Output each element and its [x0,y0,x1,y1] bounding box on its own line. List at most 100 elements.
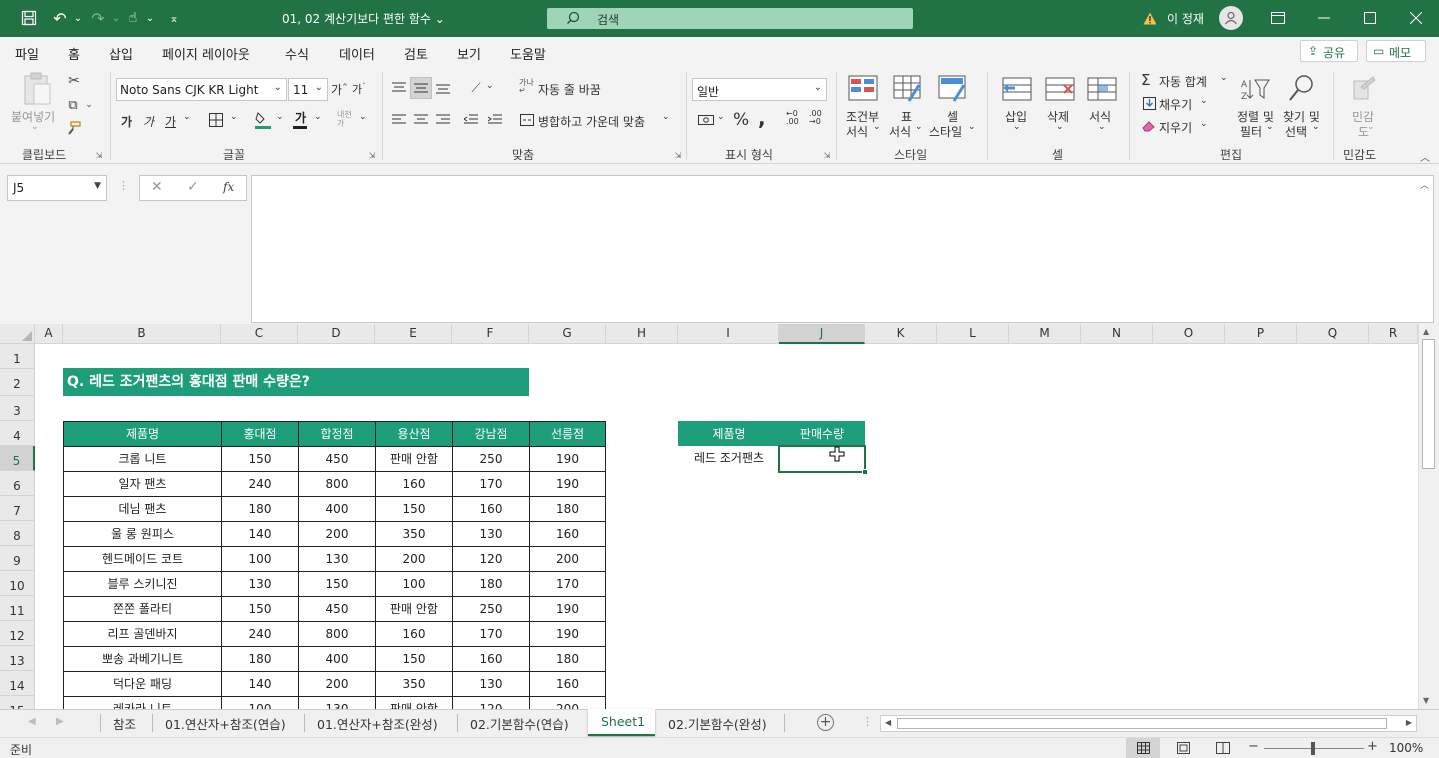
lookup-header-cell[interactable]: 제품명 [678,421,780,447]
table-cell[interactable]: 120 [452,546,530,572]
phonetic-dropdown-icon[interactable]: ⌄ [359,112,367,122]
menu-help[interactable]: 도움말 [510,44,546,63]
next-sheet-icon[interactable]: ▶ [56,716,64,727]
table-cell[interactable]: 판매 안함 [375,696,453,709]
find-select-icon[interactable] [1286,72,1318,104]
table-cell[interactable]: 200 [529,696,606,709]
table-cell[interactable]: 130 [452,521,530,547]
table-cell[interactable]: 180 [529,646,606,672]
row-header-13[interactable]: 13 [0,646,35,671]
add-sheet-icon[interactable]: + [817,714,834,731]
row-header-14[interactable]: 14 [0,671,35,696]
table-cell[interactable]: 190 [529,596,606,622]
minimize-icon[interactable] [1316,10,1332,26]
merge-center-button[interactable]: 병합하고 가운데 맞춤 [538,113,645,130]
table-cell[interactable]: 울 롱 원피스 [63,521,222,547]
menu-insert[interactable]: 삽입 [109,44,133,63]
format-cells-icon[interactable] [1085,74,1119,104]
font-launcher-icon[interactable]: ⇲ [367,150,377,160]
table-cell[interactable]: 100 [375,571,453,597]
column-header-H[interactable]: H [606,324,678,344]
table-header-cell[interactable]: 제품명 [63,421,222,447]
row-header-12[interactable]: 12 [0,621,35,646]
collapse-ribbon-icon[interactable]: ︿ [1418,150,1432,164]
merge-icon[interactable] [518,111,536,129]
bold-icon[interactable]: 가 [121,113,132,130]
table-cell[interactable]: 400 [298,496,376,522]
table-cell[interactable]: 160 [452,496,530,522]
column-header-O[interactable]: O [1153,324,1225,344]
cancel-icon[interactable]: ✕ [151,179,163,195]
lookup-product-cell[interactable]: 레드 조거팬츠 [678,446,780,472]
touch-mode-icon[interactable]: ☝ [124,9,142,27]
autosum-dropdown-icon[interactable]: ⌄ [1220,73,1228,83]
autosum-icon[interactable]: Σ [1141,71,1150,89]
column-header-L[interactable]: L [937,324,1009,344]
vertical-scrollbar[interactable]: ▲ ▼ [1418,324,1439,709]
menu-formulas[interactable]: 수식 [285,44,309,63]
table-cell[interactable]: 130 [452,671,530,697]
table-cell[interactable]: 130 [298,546,376,572]
table-cell[interactable]: 뽀송 과베기니트 [63,646,222,672]
align-middle-icon[interactable] [410,77,432,99]
italic-icon[interactable]: 가 [143,113,154,130]
orientation-icon[interactable]: ⟋ [467,79,485,97]
table-cell[interactable]: 350 [375,671,453,697]
align-bottom-icon[interactable] [434,79,452,97]
question-banner[interactable]: Q. 레드 조거팬츠의 홍대점 판매 수량은? [63,368,529,396]
warning-icon[interactable] [1142,10,1158,26]
table-cell[interactable]: 120 [452,696,530,709]
comma-icon[interactable]: , [758,106,766,130]
scroll-up-icon[interactable]: ▲ [1423,327,1429,336]
table-cell[interactable]: 블루 스키니진 [63,571,222,597]
delete-cells-icon[interactable] [1043,74,1077,104]
sort-filter-icon[interactable]: AZ [1240,74,1272,104]
column-header-D[interactable]: D [298,324,375,344]
table-cell[interactable]: 450 [298,596,376,622]
column-header-B[interactable]: B [63,324,221,344]
zoom-slider-thumb[interactable] [1311,742,1315,755]
table-cell[interactable]: 레카라 니트 [63,696,222,709]
column-header-I[interactable]: I [678,324,779,344]
clear-icon[interactable] [1141,119,1157,133]
undo-dropdown-icon[interactable]: ⌄ [72,9,84,27]
clear-button[interactable]: 지우기 [1159,119,1192,136]
format-as-table-dropdown-icon[interactable]: ⌄ [915,122,923,132]
table-cell[interactable]: 140 [221,521,299,547]
table-cell[interactable]: 190 [529,471,606,497]
table-cell[interactable]: 240 [221,621,299,647]
table-cell[interactable]: 160 [375,471,453,497]
sensitivity-dropdown-icon[interactable]: ⌄ [1367,122,1375,132]
font-name-select[interactable]: Noto Sans CJK KR Light ⌄ [116,78,287,101]
table-header-cell[interactable]: 강남점 [452,421,530,447]
table-cell[interactable]: 150 [375,646,453,672]
zoom-in-icon[interactable]: + [1367,739,1378,754]
sheet-tab-reference[interactable]: 참조 [113,714,136,733]
sort-dropdown-icon[interactable]: ⌄ [1266,122,1274,132]
scroll-down-icon[interactable]: ▼ [1423,696,1429,705]
delete-dropdown-icon[interactable]: ⌄ [1056,122,1064,132]
format-dropdown-icon[interactable]: ⌄ [1098,122,1106,132]
ribbon-display-icon[interactable] [1270,10,1286,26]
column-header-F[interactable]: F [452,324,529,344]
sheet-tab-basic-practice[interactable]: 02.기본함수(연습) [470,714,569,733]
horizontal-scrollbar-thumb[interactable] [897,718,1387,729]
row-header-1[interactable]: 1 [0,344,35,369]
table-cell[interactable]: 450 [298,446,376,472]
insert-function-icon[interactable]: fx [223,180,234,194]
conditional-format-icon[interactable] [847,74,879,104]
table-cell[interactable]: 180 [452,571,530,597]
user-name[interactable]: 이 정재 [1167,10,1204,27]
sensitivity-icon[interactable] [1349,74,1379,104]
table-cell[interactable]: 130 [298,696,376,709]
table-cell[interactable]: 140 [221,671,299,697]
row-header-15[interactable]: 15 [0,696,35,709]
font-size-select[interactable]: 11 ⌄ [288,78,328,101]
phonetic-icon[interactable]: 내천 가 [337,110,352,128]
align-left-icon[interactable] [390,111,408,129]
sheet-tab-operators-complete[interactable]: 01.연산자+참조(완성) [317,714,438,733]
cell-styles-label-2[interactable]: 스타일 [929,123,962,140]
select-all-corner[interactable] [0,324,35,344]
column-header-P[interactable]: P [1225,324,1297,344]
decrease-indent-icon[interactable] [462,111,480,129]
